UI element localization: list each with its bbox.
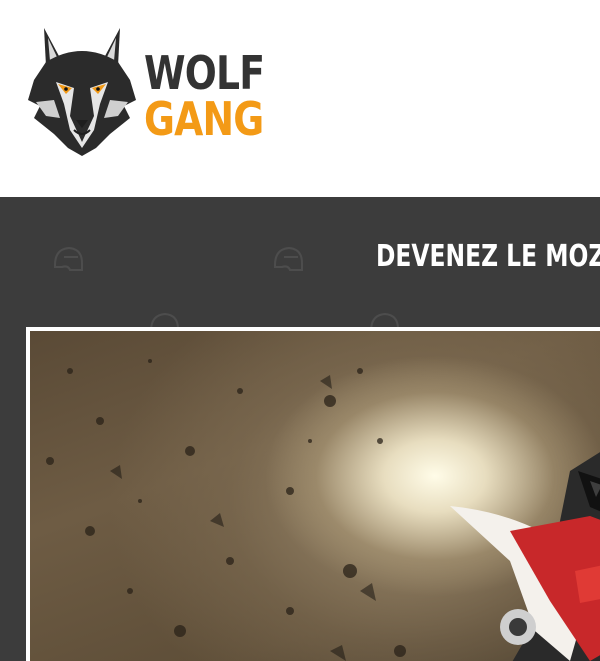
logo-text-wolf: WOLF [144, 46, 265, 100]
dirt-splash-overlay [46, 359, 600, 661]
helmet-icon [54, 246, 83, 271]
wolf-head-icon [28, 28, 136, 156]
hero-banner: DEVENEZ LE MOZART [0, 197, 600, 661]
logo-text-gang: GANG [144, 92, 264, 146]
helmet-icon [274, 246, 303, 271]
site-header: WOLF GANG [0, 0, 600, 197]
hero-image-frame [26, 327, 600, 661]
site-logo[interactable]: WOLF GANG [26, 22, 265, 158]
banner-heading: DEVENEZ LE MOZART [376, 239, 600, 274]
motocross-dirt-photo [30, 331, 600, 661]
